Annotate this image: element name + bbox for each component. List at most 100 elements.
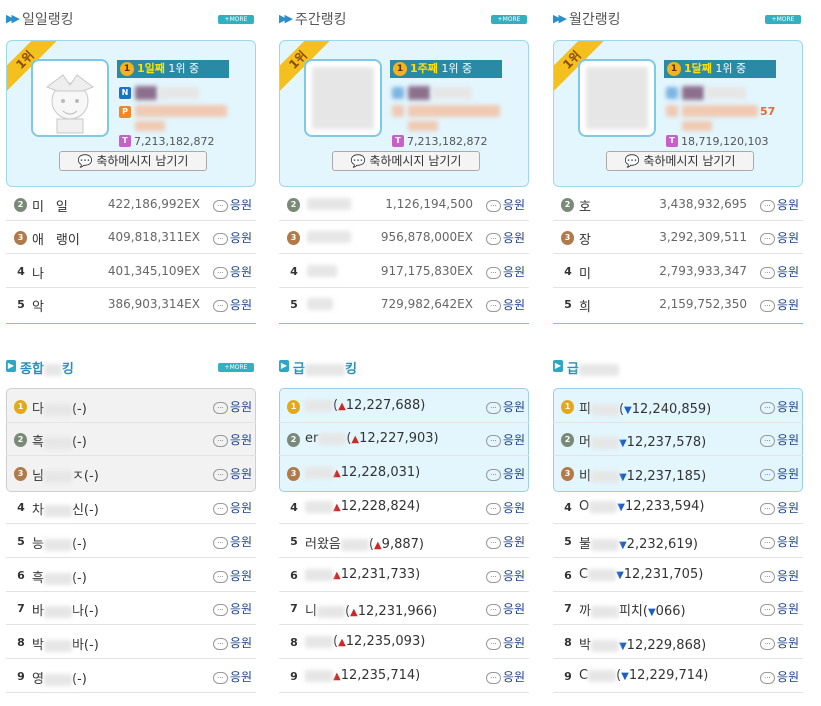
user-name[interactable]: C ▼12,231,705): [579, 567, 703, 582]
cheer-button[interactable]: ··· 응원: [212, 431, 252, 448]
user-name[interactable]: 장: [579, 229, 591, 248]
user-name[interactable]: (▲12,235,093): [305, 634, 425, 649]
cheer-button[interactable]: ··· 응원: [485, 296, 525, 313]
cheer-button[interactable]: ··· 응원: [759, 263, 799, 280]
exp-value: 1,126,194,500: [385, 197, 473, 211]
more-button[interactable]: +MORE: [491, 15, 527, 24]
user-name[interactable]: 영 (-): [32, 668, 87, 687]
user-name[interactable]: 차 신(-): [32, 499, 99, 518]
cheer-button[interactable]: ··· 응원: [485, 499, 525, 516]
user-name[interactable]: C (▼12,229,714): [579, 668, 708, 683]
user-name[interactable]: 박 ▼12,229,868): [579, 634, 706, 653]
cheer-button[interactable]: ··· 응원: [485, 668, 525, 685]
user-name[interactable]: 흑 (-): [32, 567, 87, 586]
redacted-text: [159, 87, 199, 99]
user-name[interactable]: ▲12,235,714): [305, 668, 420, 683]
cheer-button[interactable]: ··· 응원: [212, 398, 252, 415]
cheer-button[interactable]: ··· 응원: [212, 465, 252, 482]
cheer-button[interactable]: ··· 응원: [212, 263, 252, 280]
user-name[interactable]: 애ㅤ랭이: [32, 229, 80, 248]
cheer-button[interactable]: ··· 응원: [212, 668, 252, 685]
more-button[interactable]: +MORE: [218, 15, 254, 24]
cheer-button[interactable]: ··· 응원: [485, 465, 525, 482]
ranking-row: 3 ▲12,228,031) ··· 응원: [279, 457, 529, 490]
cheer-button[interactable]: ··· 응원: [485, 600, 525, 617]
congrats-button[interactable]: 💬 축하메시지 남기기: [332, 151, 480, 171]
cheer-button[interactable]: ··· 응원: [485, 263, 525, 280]
avatar[interactable]: [31, 59, 109, 137]
cheer-button[interactable]: ··· 응원: [485, 533, 525, 550]
cheer-button[interactable]: ··· 응원: [212, 533, 252, 550]
cheer-button[interactable]: ··· 응원: [759, 567, 799, 584]
user-name[interactable]: 다 (-): [32, 398, 87, 417]
cheer-label: 응원: [229, 400, 252, 414]
cheer-button[interactable]: ··· 응원: [485, 431, 525, 448]
cheer-button[interactable]: ··· 응원: [759, 668, 799, 685]
user-name[interactable]: 피 (▼12,240,859): [579, 398, 711, 417]
user-name[interactable]: er (▲12,227,903): [305, 431, 439, 446]
cheer-button[interactable]: ··· 응원: [759, 229, 799, 246]
user-name[interactable]: 니 (▲12,231,966): [305, 600, 437, 619]
cheer-label: 응원: [776, 198, 799, 212]
user-name[interactable]: ▲12,228,824): [305, 499, 420, 514]
congrats-button[interactable]: 💬 축하메시지 남기기: [606, 151, 754, 171]
rank-number: 8: [290, 636, 298, 649]
redacted-badge: [666, 105, 678, 117]
cheer-button[interactable]: ··· 응원: [212, 567, 252, 584]
user-name[interactable]: (▲12,227,688): [305, 398, 425, 413]
cheer-button[interactable]: ··· 응원: [485, 634, 525, 651]
user-name[interactable]: 머 ▼12,237,578): [579, 431, 706, 450]
cheer-button[interactable]: ··· 응원: [759, 499, 799, 516]
speech-bubble-icon: ···: [485, 468, 501, 481]
user-name[interactable]: 나: [32, 263, 44, 282]
cheer-button[interactable]: ··· 응원: [759, 533, 799, 550]
user-name[interactable]: 까 피치(▼066): [579, 600, 686, 619]
user-name[interactable]: 흑 (-): [32, 431, 87, 450]
user-name[interactable]: 악: [32, 296, 44, 315]
congrats-button[interactable]: 💬 축하메시지 남기기: [59, 151, 207, 171]
user-name[interactable]: 불 ▼2,232,619): [579, 533, 698, 552]
more-button[interactable]: +MORE: [218, 363, 254, 372]
avatar[interactable]: [304, 59, 382, 137]
cheer-button[interactable]: ··· 응원: [212, 229, 252, 246]
user-name[interactable]: 님 ㅈ(-): [32, 465, 99, 484]
cheer-button[interactable]: ··· 응원: [212, 196, 252, 213]
cheer-button[interactable]: ··· 응원: [212, 634, 252, 651]
cheer-button[interactable]: ··· 응원: [759, 431, 799, 448]
cheer-button[interactable]: ··· 응원: [759, 634, 799, 651]
cheer-button[interactable]: ··· 응원: [759, 600, 799, 617]
speech-bubble-icon: ···: [759, 434, 775, 447]
cheer-button[interactable]: ··· 응원: [212, 296, 252, 313]
cheer-button[interactable]: ··· 응원: [759, 465, 799, 482]
double-chevron-right-icon: ▶▶: [553, 12, 567, 25]
cheer-button[interactable]: ··· 응원: [485, 567, 525, 584]
cheer-button[interactable]: ··· 응원: [485, 196, 525, 213]
rank-number: 9: [17, 670, 25, 683]
section-title: 월간랭킹: [569, 12, 621, 28]
cheer-button[interactable]: ··· 응원: [212, 499, 252, 516]
user-name[interactable]: 능 (-): [32, 533, 87, 552]
daily-ranking-column: ▶▶ 일일랭킹 +MORE 1위 1 1일째 1위 중 N P T 7,213,…: [6, 0, 256, 693]
cheer-button[interactable]: ··· 응원: [485, 229, 525, 246]
user-name[interactable]: 희: [579, 296, 591, 315]
cheer-button[interactable]: ··· 응원: [759, 196, 799, 213]
user-name[interactable]: 러왔음 (▲9,887): [305, 533, 424, 552]
cheer-button[interactable]: ··· 응원: [212, 600, 252, 617]
redacted-text: [682, 121, 712, 131]
user-name[interactable]: 바 나(-): [32, 600, 99, 619]
user-name[interactable]: ▲12,231,733): [305, 567, 420, 582]
user-name[interactable]: 미ㅤ일: [32, 196, 68, 215]
more-button[interactable]: +MORE: [765, 15, 801, 24]
user-name[interactable]: 비 ▼12,237,185): [579, 465, 706, 484]
user-name[interactable]: 호: [579, 196, 591, 215]
cheer-button[interactable]: ··· 응원: [485, 398, 525, 415]
ranking-row: 5 러왔음 (▲9,887) ··· 응원: [279, 525, 529, 558]
cheer-button[interactable]: ··· 응원: [759, 296, 799, 313]
user-name[interactable]: O ▼12,233,594): [579, 499, 704, 514]
user-name[interactable]: ▲12,228,031): [305, 465, 420, 480]
user-name[interactable]: 박 바(-): [32, 634, 99, 653]
avatar[interactable]: [578, 59, 656, 137]
user-name[interactable]: 미: [579, 263, 591, 282]
speech-bubble-icon: ···: [485, 199, 501, 212]
cheer-button[interactable]: ··· 응원: [759, 398, 799, 415]
